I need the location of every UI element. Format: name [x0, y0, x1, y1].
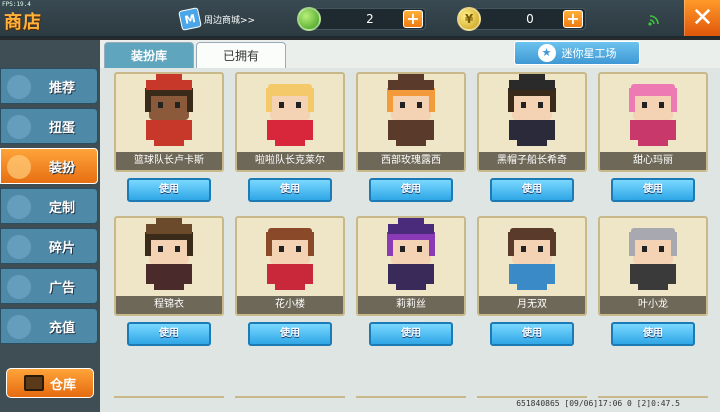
outfit-name: 甜心玛丽: [600, 152, 706, 170]
mall-link-label: 周边商城>>: [204, 15, 256, 26]
capsule-icon: [7, 115, 31, 139]
green-currency: 2 +: [297, 7, 426, 31]
add-gold-currency-button[interactable]: +: [563, 10, 583, 28]
sidebar-item-custom[interactable]: 定制: [0, 188, 98, 224]
footer-bar: 651840865 [09/06]17:06 0 [2]0:47.5: [100, 398, 720, 412]
warehouse-button[interactable]: 仓库: [6, 368, 94, 398]
sidebar-item-label: 推荐: [48, 80, 75, 96]
outfit-grid: 篮球队长卢卡斯 使用 啦啦队长克莱尔 使用 西部玫瑰露西 使用 黑帽子船长希奇 …: [100, 72, 720, 402]
thumbs-up-icon: [7, 75, 31, 99]
outfit-card[interactable]: 程锦衣: [114, 216, 224, 316]
debug-info: 651840865 [09/06]17:06 0 [2]0:47.5: [516, 399, 680, 408]
puzzle-icon: [7, 235, 31, 259]
fps-counter: FPS:19.4: [2, 1, 31, 8]
mall-bag-icon: M: [178, 7, 202, 31]
sidebar-item-gacha[interactable]: 扭蛋: [0, 108, 98, 144]
outfit-name: 啦啦队长克莱尔: [237, 152, 343, 170]
outfit-card[interactable]: 篮球队长卢卡斯: [114, 72, 224, 172]
outfit-card[interactable]: 叶小龙: [598, 216, 708, 316]
outfit-card[interactable]: 啦啦队长克莱尔: [235, 72, 345, 172]
outfit-name: 黑帽子船长希奇: [479, 152, 585, 170]
outfit-name: 程锦衣: [116, 296, 222, 314]
tab-outfit-library[interactable]: 装扮库: [104, 42, 194, 68]
outfit-name: 月无双: [479, 296, 585, 314]
sidebar-item-ads[interactable]: 广告: [0, 268, 98, 304]
outfit-card[interactable]: 西部玫瑰露西: [356, 72, 466, 172]
outfit-name: 西部玫瑰露西: [358, 152, 464, 170]
sidebar-item-label: 充值: [48, 320, 75, 336]
chest-icon: [23, 375, 44, 391]
outfit-name: 莉莉丝: [358, 296, 464, 314]
use-button[interactable]: 使用: [490, 322, 574, 346]
wifi-signal-icon: [648, 15, 659, 26]
sidebar-item-label: 扭蛋: [48, 120, 75, 136]
outfit-card[interactable]: 黑帽子船长希奇: [477, 72, 587, 172]
use-button[interactable]: 使用: [127, 178, 211, 202]
peripheral-mall-link[interactable]: M 周边商城>>: [178, 7, 276, 31]
add-green-currency-button[interactable]: +: [403, 10, 423, 28]
coins-icon: [7, 315, 31, 339]
tab-bar: 装扮库 已拥有 ★ 迷你星工场: [100, 40, 720, 68]
outfit-card[interactable]: 莉莉丝: [356, 216, 466, 316]
use-button[interactable]: 使用: [490, 178, 574, 202]
sidebar-item-fragments[interactable]: 碎片: [0, 228, 98, 264]
use-button[interactable]: 使用: [248, 178, 332, 202]
use-button[interactable]: 使用: [369, 178, 453, 202]
character-avatar: [387, 74, 435, 146]
gold-currency-value: 0: [526, 12, 534, 26]
star-icon: ★: [537, 44, 556, 62]
green-currency-value: 2: [366, 12, 374, 26]
sidebar-item-label: 广告: [48, 280, 75, 296]
page-title: 商店: [4, 12, 42, 33]
character-avatar: [266, 84, 314, 146]
character-avatar: [145, 74, 193, 146]
mini-workshop-button[interactable]: ★ 迷你星工场: [514, 41, 640, 65]
use-button[interactable]: 使用: [369, 322, 453, 346]
sidebar-item-recharge[interactable]: 充值: [0, 308, 98, 344]
character-avatar: [145, 218, 193, 290]
brush-icon: [7, 195, 31, 219]
green-gem-icon: [297, 7, 321, 31]
sidebar-item-label: 碎片: [48, 240, 75, 256]
gold-coin-icon: ¥: [457, 7, 481, 31]
hanger-icon: [7, 155, 31, 179]
sidebar: 推荐 扭蛋 装扮 定制 碎片 广告 充值 仓库: [0, 40, 100, 412]
use-button[interactable]: 使用: [611, 322, 695, 346]
close-button[interactable]: ✕: [684, 0, 720, 36]
gold-currency: ¥ 0 +: [457, 7, 586, 31]
outfit-card[interactable]: 甜心玛丽: [598, 72, 708, 172]
outfit-name: 叶小龙: [600, 296, 706, 314]
character-avatar: [508, 74, 556, 146]
outfit-card[interactable]: 月无双: [477, 216, 587, 316]
use-button[interactable]: 使用: [611, 178, 695, 202]
outfit-name: 篮球队长卢卡斯: [116, 152, 222, 170]
use-button[interactable]: 使用: [127, 322, 211, 346]
sidebar-item-recommend[interactable]: 推荐: [0, 68, 98, 104]
tab-owned[interactable]: 已拥有: [196, 42, 286, 68]
use-button[interactable]: 使用: [248, 322, 332, 346]
megaphone-icon: [7, 275, 31, 299]
sidebar-item-outfit[interactable]: 装扮: [0, 148, 98, 184]
workshop-label: 迷你星工场: [561, 47, 617, 60]
outfit-name: 花小楼: [237, 296, 343, 314]
top-bar: FPS:19.4 商店 M 周边商城>> 2 + ¥ 0 + ✕: [0, 0, 720, 38]
main-panel: 装扮库 已拥有 ★ 迷你星工场 篮球队长卢卡斯 使用 啦啦队长克莱尔 使用 西部…: [100, 40, 720, 412]
outfit-card[interactable]: 花小楼: [235, 216, 345, 316]
character-avatar: [266, 228, 314, 290]
character-avatar: [387, 218, 435, 290]
sidebar-item-label: 装扮: [48, 160, 75, 176]
character-avatar: [508, 228, 556, 290]
warehouse-label: 仓库: [49, 377, 76, 393]
sidebar-item-label: 定制: [48, 200, 75, 216]
character-avatar: [629, 84, 677, 146]
character-avatar: [629, 228, 677, 290]
